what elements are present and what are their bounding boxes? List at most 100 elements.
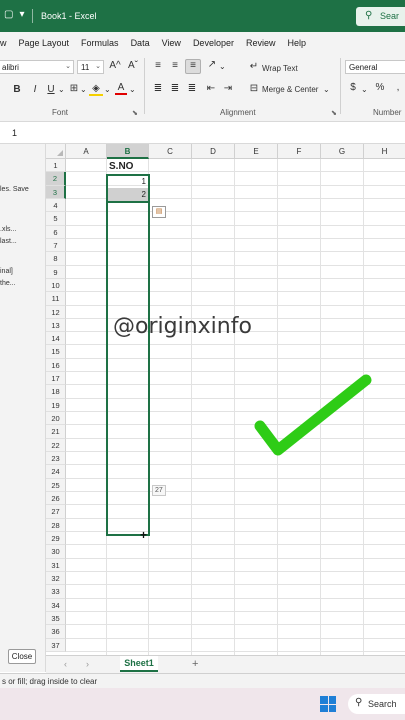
font-color-button[interactable]: A xyxy=(115,82,127,95)
row-header-11[interactable]: 11 xyxy=(46,292,66,306)
row-header-31[interactable]: 31 xyxy=(46,558,66,572)
align-middle-icon[interactable]: ≡ xyxy=(168,60,182,71)
row-header-30[interactable]: 30 xyxy=(46,545,66,559)
row-header-32[interactable]: 32 xyxy=(46,571,66,586)
chevron-down-icon[interactable]: ⌄ xyxy=(58,85,65,94)
tab-view-partial[interactable]: w xyxy=(0,38,13,48)
row-header-2[interactable]: 2 xyxy=(46,172,66,186)
column-header-g[interactable]: G xyxy=(321,144,364,159)
align-center-icon[interactable]: ≣ xyxy=(168,83,182,94)
chevron-down-icon[interactable]: ⌄ xyxy=(80,85,87,94)
row-header-37[interactable]: 37 xyxy=(46,638,66,652)
alignment-launcher-icon[interactable]: ⬊ xyxy=(331,109,337,117)
tab-review[interactable]: Review xyxy=(240,38,282,48)
orientation-icon[interactable]: ↗ xyxy=(205,59,219,70)
merge-center-icon[interactable]: ⊟ xyxy=(248,83,260,94)
align-right-icon[interactable]: ≣ xyxy=(185,83,199,94)
row-header-13[interactable]: 13 xyxy=(46,318,66,333)
row-header-18[interactable]: 18 xyxy=(46,385,66,399)
chevron-down-icon[interactable]: ⌄ xyxy=(219,62,226,71)
align-bottom-icon[interactable]: ≡ xyxy=(185,59,201,74)
row-header-36[interactable]: 36 xyxy=(46,625,66,639)
fill-color-icon[interactable]: ◈ xyxy=(89,83,103,96)
row-header-20[interactable]: 20 xyxy=(46,412,66,426)
increase-indent-icon[interactable]: ⇥ xyxy=(221,83,235,94)
decrease-indent-icon[interactable]: ⇤ xyxy=(204,83,218,94)
row-header-1[interactable]: 1 xyxy=(46,159,66,173)
quick-analysis-icon[interactable]: ▤ xyxy=(152,206,166,218)
column-header-b[interactable]: B xyxy=(107,144,149,159)
recovery-file-name-2[interactable]: inal] xyxy=(0,268,13,275)
underline-button[interactable]: U xyxy=(46,84,56,95)
row-header-14[interactable]: 14 xyxy=(46,332,66,346)
row-header-10[interactable]: 10 xyxy=(46,278,66,293)
customize-qat-icon[interactable]: ▾ xyxy=(19,9,24,20)
row-header-28[interactable]: 28 xyxy=(46,518,66,532)
worksheet-grid[interactable]: ABCDEFGH 1 2 3 4 5 6 7 8 9 10 11 12 13 14 15 16 17 18 19 20… xyxy=(46,144,405,655)
wrap-text-button[interactable]: Wrap Text xyxy=(262,64,298,73)
taskbar-search[interactable]: ⚲ Search xyxy=(348,694,405,714)
row-header-7[interactable]: 7 xyxy=(46,238,66,253)
column-header-h[interactable]: H xyxy=(364,144,405,159)
row-header-8[interactable]: 8 xyxy=(46,252,66,266)
number-format-select[interactable]: General xyxy=(345,60,405,74)
tab-data[interactable]: Data xyxy=(125,38,156,48)
chevron-down-icon[interactable]: ⌄ xyxy=(323,85,330,94)
row-header-21[interactable]: 21 xyxy=(46,425,66,439)
bold-button[interactable]: B xyxy=(12,84,22,95)
row-header-23[interactable]: 23 xyxy=(46,452,66,466)
recovery-file-name[interactable]: .xls... xyxy=(0,226,16,233)
add-sheet-button[interactable]: + xyxy=(192,658,198,670)
currency-button[interactable]: $ xyxy=(348,82,358,93)
column-header-d[interactable]: D xyxy=(192,144,235,159)
column-header-c[interactable]: C xyxy=(149,144,192,159)
tab-page-layout[interactable]: Page Layout xyxy=(13,38,76,48)
row-header-25[interactable]: 25 xyxy=(46,478,66,492)
windows-start-icon[interactable] xyxy=(320,696,336,712)
sheet-tab[interactable]: Sheet1 xyxy=(120,656,158,672)
align-top-icon[interactable]: ≡ xyxy=(151,60,165,71)
percent-button[interactable]: % xyxy=(374,82,386,93)
chevron-down-icon[interactable]: ⌄ xyxy=(361,85,368,94)
comma-style-icon[interactable]: , xyxy=(392,82,404,93)
row-header-26[interactable]: 26 xyxy=(46,492,66,506)
next-sheet-icon[interactable]: › xyxy=(86,659,89,669)
italic-button[interactable]: I xyxy=(30,84,40,95)
font-name-select[interactable]: alibri ⌄ xyxy=(0,60,74,74)
borders-icon[interactable]: ⊞ xyxy=(68,83,80,94)
row-header-33[interactable]: 33 xyxy=(46,585,66,599)
row-header-22[interactable]: 22 xyxy=(46,438,66,453)
wrap-text-icon[interactable]: ↵ xyxy=(248,61,260,72)
row-header-5[interactable]: 5 xyxy=(46,212,66,226)
row-header-9[interactable]: 9 xyxy=(46,265,66,279)
row-header-6[interactable]: 6 xyxy=(46,225,66,239)
row-header-27[interactable]: 27 xyxy=(46,505,66,519)
font-size-select[interactable]: 11 ⌄ xyxy=(77,60,104,74)
save-icon[interactable]: ▢ xyxy=(4,9,13,20)
row-header-4[interactable]: 4 xyxy=(46,198,66,213)
chevron-down-icon[interactable]: ⌄ xyxy=(104,85,111,94)
row-header-35[interactable]: 35 xyxy=(46,611,66,626)
row-header-12[interactable]: 12 xyxy=(46,305,66,319)
title-search-box[interactable]: ⚲ Sear xyxy=(356,7,405,26)
align-left-icon[interactable]: ≣ xyxy=(151,83,165,94)
chevron-down-icon[interactable]: ⌄ xyxy=(129,85,136,94)
formula-value[interactable]: 1 xyxy=(12,128,17,138)
select-all-corner[interactable] xyxy=(46,144,66,159)
tab-help[interactable]: Help xyxy=(281,38,312,48)
column-header-a[interactable]: A xyxy=(66,144,107,159)
column-header-f[interactable]: F xyxy=(278,144,321,159)
close-button[interactable]: Close xyxy=(8,649,36,664)
row-header-15[interactable]: 15 xyxy=(46,345,66,359)
row-header-3[interactable]: 3 xyxy=(46,185,66,199)
tab-formulas[interactable]: Formulas xyxy=(75,38,125,48)
formula-bar[interactable]: 1 xyxy=(0,122,405,144)
row-header-24[interactable]: 24 xyxy=(46,465,66,479)
shrink-font-button[interactable]: Aˇ xyxy=(126,60,140,71)
row-header-17[interactable]: 17 xyxy=(46,372,66,386)
cell-b1[interactable]: S.NO xyxy=(107,161,149,174)
merge-center-button[interactable]: Merge & Center xyxy=(262,85,318,94)
tab-view[interactable]: View xyxy=(156,38,187,48)
tab-developer[interactable]: Developer xyxy=(187,38,240,48)
column-header-e[interactable]: E xyxy=(235,144,278,159)
